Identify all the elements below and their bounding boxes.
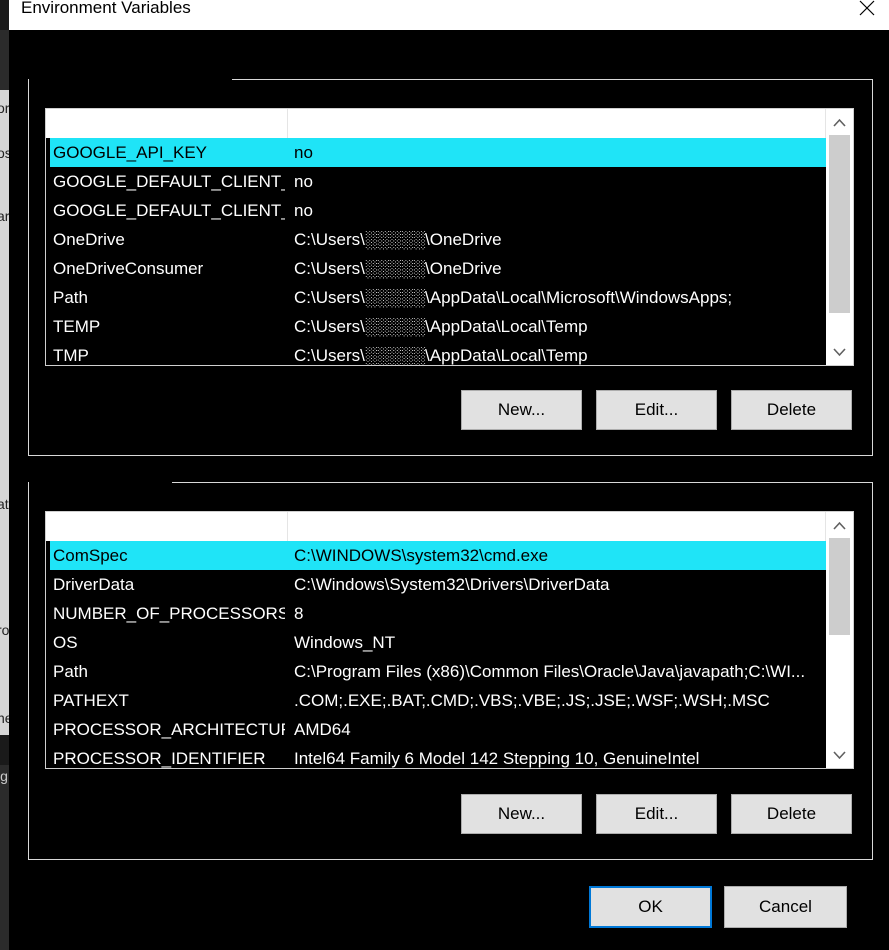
group-legend <box>29 78 232 81</box>
variable-value: no <box>294 143 313 162</box>
variable-name: GOOGLE_DEFAULT_CLIENT_ID <box>53 172 285 191</box>
ok-button[interactable]: OK <box>589 886 712 928</box>
column-separator[interactable] <box>287 512 288 541</box>
variable-name: PATHEXT <box>53 691 129 710</box>
variable-name: Path <box>53 288 88 307</box>
variable-value: C:\Users\░░░░░\OneDrive <box>294 230 502 249</box>
close-button[interactable] <box>843 0 889 30</box>
window-title: Environment Variables <box>21 0 191 17</box>
variable-name: NUMBER_OF_PROCESSORS <box>53 604 285 623</box>
scrollbar-thumb[interactable] <box>829 538 850 635</box>
variable-name: TMP <box>53 346 89 365</box>
variable-name: OS <box>53 633 78 652</box>
list-row[interactable]: TMP C:\Users\░░░░░\AppData\Local\Temp <box>50 341 826 365</box>
variable-name: PROCESSOR_IDENTIFIER <box>53 749 266 768</box>
chevron-down-icon <box>833 751 846 760</box>
variable-name: OneDrive <box>53 230 125 249</box>
background-text: or <box>0 100 9 116</box>
list-row[interactable]: PROCESSOR_IDENTIFIER Intel64 Family 6 Mod… <box>50 744 826 768</box>
title-bar: Environment Variables <box>9 0 889 30</box>
user-variables-group: GOOGLE_API_KEY no GOOGLE_DEFAULT_CLIENT_ID… <box>28 78 873 456</box>
variable-value: AMD64 <box>294 720 351 739</box>
variable-name: PROCESSOR_ARCHITECTURE <box>53 720 285 739</box>
user-edit-button[interactable]: Edit... <box>596 390 717 430</box>
variable-name: Path <box>53 662 88 681</box>
list-row[interactable]: ComSpec C:\WINDOWS\system32\cmd.exe <box>50 541 826 570</box>
background-text: ig <box>0 768 8 784</box>
variable-value: C:\Windows\System32\Drivers\DriverData <box>294 575 610 594</box>
list-row[interactable]: OneDriveConsumer C:\Users\░░░░░\OneDrive <box>50 254 826 283</box>
background-segment <box>0 30 9 90</box>
scroll-down-button[interactable] <box>826 742 853 768</box>
background-text: os <box>0 145 9 161</box>
system-new-button[interactable]: New... <box>461 794 582 834</box>
list-header <box>46 109 826 138</box>
list-row[interactable]: GOOGLE_DEFAULT_CLIENT_ID no <box>50 167 826 196</box>
variable-value: 8 <box>294 604 304 623</box>
variable-value: no <box>294 172 313 191</box>
group-legend <box>29 481 172 484</box>
list-row[interactable]: NUMBER_OF_PROCESSORS 8 <box>50 599 826 628</box>
variable-value: no <box>294 201 313 220</box>
user-new-button[interactable]: New... <box>461 390 582 430</box>
chevron-down-icon <box>833 348 846 357</box>
background-segment <box>0 480 9 735</box>
list-row[interactable]: TEMP C:\Users\░░░░░\AppData\Local\Temp <box>50 312 826 341</box>
column-separator[interactable] <box>287 109 288 138</box>
variable-value: C:\Users\░░░░░\AppData\Local\Temp <box>294 346 588 365</box>
variable-value: C:\Program Files (x86)\Common Files\Orac… <box>294 662 806 681</box>
list-row[interactable]: PATHEXT .COM;.EXE;.BAT;.CMD;.VBS;.VBE;.JS… <box>50 686 826 715</box>
variable-name: TEMP <box>53 317 101 336</box>
vertical-scrollbar[interactable] <box>826 109 853 365</box>
list-row[interactable]: PROCESSOR_ARCHITECTURE AMD64 <box>50 715 826 744</box>
list-row[interactable]: OS Windows_NT <box>50 628 826 657</box>
variable-value: .COM;.EXE;.BAT;.CMD;.VBS;.VBE;.JS;.JSE;.… <box>294 691 770 710</box>
chevron-up-icon <box>833 118 846 127</box>
variable-value: C:\WINDOWS\system32\cmd.exe <box>294 546 549 565</box>
list-row[interactable]: OneDrive C:\Users\░░░░░\OneDrive <box>50 225 826 254</box>
scrollbar-thumb[interactable] <box>829 135 850 313</box>
variable-value: C:\Users\░░░░░\AppData\Local\Temp <box>294 317 588 336</box>
background-segment <box>0 765 9 950</box>
cancel-button[interactable]: Cancel <box>724 886 847 928</box>
background-text: ro <box>0 622 9 638</box>
system-variables-group: ComSpec C:\WINDOWS\system32\cmd.exe Driver… <box>28 481 873 860</box>
chevron-up-icon <box>833 521 846 530</box>
variable-name: GOOGLE_DEFAULT_CLIENT_... <box>53 201 285 220</box>
user-variables-list[interactable]: GOOGLE_API_KEY no GOOGLE_DEFAULT_CLIENT_ID… <box>45 108 854 366</box>
list-row[interactable]: DriverData C:\Windows\System32\Drivers\Dr… <box>50 570 826 599</box>
system-edit-button[interactable]: Edit... <box>596 794 717 834</box>
system-delete-button[interactable]: Delete <box>731 794 852 834</box>
variable-value: C:\Users\░░░░░\AppData\Local\Microsoft\W… <box>294 288 733 307</box>
list-header <box>46 512 826 541</box>
user-delete-button[interactable]: Delete <box>731 390 852 430</box>
variable-name: GOOGLE_API_KEY <box>53 143 208 162</box>
background-text: ne <box>0 710 9 726</box>
variable-value: Windows_NT <box>294 633 396 652</box>
variable-name: DriverData <box>53 575 135 594</box>
scroll-up-button[interactable] <box>826 512 853 538</box>
close-icon <box>859 0 875 16</box>
scroll-down-button[interactable] <box>826 339 853 365</box>
variable-value: C:\Users\░░░░░\OneDrive <box>294 259 502 278</box>
vertical-scrollbar[interactable] <box>826 512 853 768</box>
list-row[interactable]: GOOGLE_API_KEY no <box>50 138 826 167</box>
scroll-up-button[interactable] <box>826 109 853 135</box>
variable-value: Intel64 Family 6 Model 142 Stepping 10, … <box>294 749 700 768</box>
background-text: ar <box>0 208 9 224</box>
system-variables-list[interactable]: ComSpec C:\WINDOWS\system32\cmd.exe Driver… <box>45 511 854 769</box>
list-row[interactable]: Path C:\Program Files (x86)\Common Files\… <box>50 657 826 686</box>
background-text: at <box>0 496 9 512</box>
list-row[interactable]: Path C:\Users\░░░░░\AppData\Local\Microso… <box>50 283 826 312</box>
environment-variables-dialog: GOOGLE_API_KEY no GOOGLE_DEFAULT_CLIENT_ID… <box>9 30 889 950</box>
background-window-strip: or os ar at ro ne ig <box>0 0 9 950</box>
list-row[interactable]: GOOGLE_DEFAULT_CLIENT_... no <box>50 196 826 225</box>
variable-name: OneDriveConsumer <box>53 259 204 278</box>
variable-name: ComSpec <box>53 546 128 565</box>
